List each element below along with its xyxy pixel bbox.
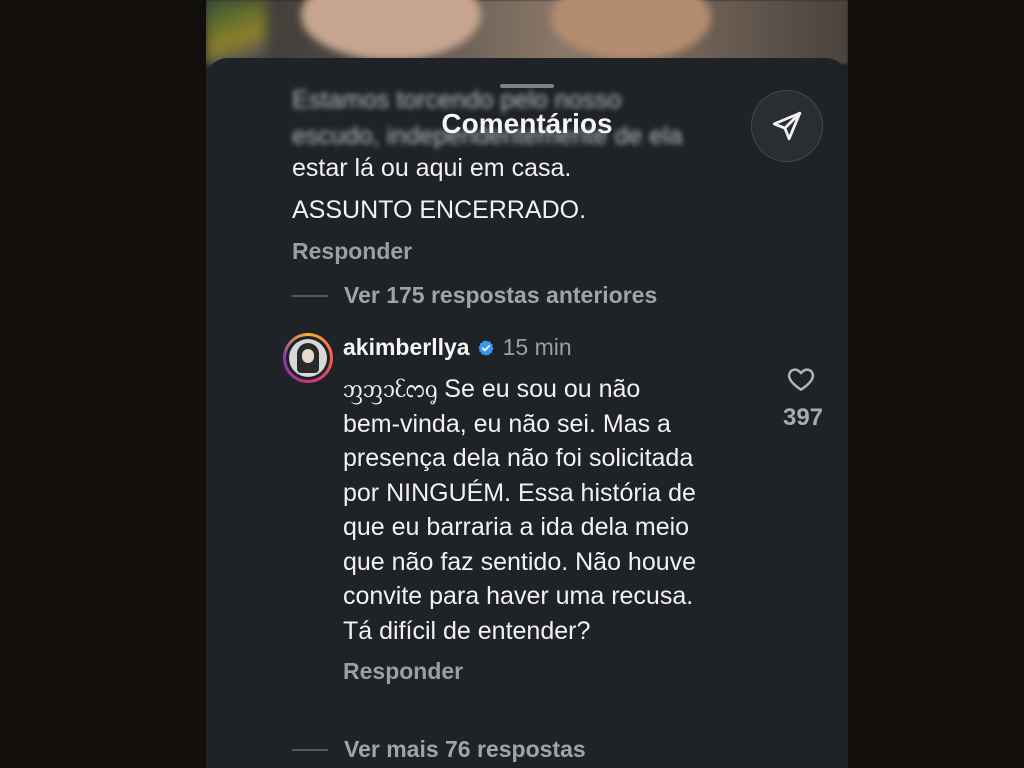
comment-line: bem-vinda, eu não sei. Mas a — [343, 409, 671, 438]
avatar-image — [289, 339, 327, 377]
view-previous-replies-label: Ver 175 respostas anteriores — [344, 282, 658, 308]
comment-line: ᦀᦀᦱᦷᦂᧁ Se eu sou ou não — [343, 375, 641, 403]
comment-line: por NINGUÉM. Essa história de — [343, 478, 696, 507]
comment-header: akimberllya 15 min — [343, 334, 572, 361]
divider — [292, 294, 328, 297]
send-icon — [772, 111, 802, 141]
view-previous-replies[interactable]: Ver 175 respostas anteriores — [292, 282, 657, 309]
comment-line: que não faz sentido. Não houve — [343, 547, 697, 576]
heart-icon[interactable] — [786, 364, 816, 394]
comment-body: ᦀᦀᦱᦷᦂᧁ Se eu sou ou não bem-vinda, eu nã… — [343, 372, 773, 648]
verified-badge-icon — [478, 339, 494, 356]
previous-comment-line: estar lá ou aqui em casa. — [292, 154, 572, 182]
comment-time: 15 min — [502, 334, 572, 360]
like-count: 397 — [782, 404, 824, 431]
avatar[interactable] — [283, 333, 333, 383]
reply-button[interactable]: Responder — [343, 658, 463, 685]
view-more-replies[interactable]: Ver mais 76 respostas — [292, 736, 586, 763]
phone-screen: Estamos torcendo pelo nosso escudo, inde… — [206, 0, 848, 768]
view-more-replies-label: Ver mais 76 respostas — [344, 736, 586, 762]
divider — [292, 748, 328, 751]
username[interactable]: akimberllya — [343, 334, 470, 361]
share-button[interactable] — [751, 90, 823, 162]
comment-line: que eu barraria a ida dela meio — [343, 513, 690, 541]
previous-comment-line: ASSUNTO ENCERRADO. — [292, 196, 587, 224]
comment-line: presença dela não foi solicitada — [343, 444, 694, 472]
background-post-photo — [206, 0, 848, 64]
previous-comment-reply-button[interactable]: Responder — [292, 238, 412, 265]
comments-sheet: Estamos torcendo pelo nosso escudo, inde… — [206, 58, 848, 768]
comment-line: Tá difícil de entender? — [343, 616, 591, 645]
comment-line: convite para haver uma recusa. — [343, 582, 694, 610]
